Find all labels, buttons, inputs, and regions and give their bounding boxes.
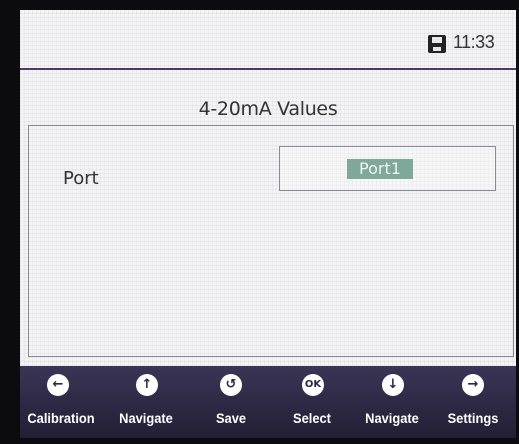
calibration-softkey[interactable]: ← Calibration [20, 366, 102, 438]
save-status-icon [428, 35, 446, 53]
settings-label: Settings [447, 410, 499, 426]
port-select[interactable]: Port1 [279, 146, 496, 191]
settings-softkey[interactable]: → Settings [432, 366, 514, 438]
port-select-value: Port1 [347, 159, 413, 179]
clock: 11:33 [453, 32, 495, 52]
arrow-up-icon: ↑ [136, 374, 158, 396]
device-screen: 11:33 4-20mA Values Port Port1 ← Calibra… [20, 10, 516, 438]
navigate-down-softkey[interactable]: ↓ Navigate [350, 366, 434, 438]
select-softkey[interactable]: OK Select [272, 366, 352, 438]
save-softkey[interactable]: ↺ Save [190, 366, 272, 438]
port-label: Port [63, 168, 99, 189]
calibration-label: Calibration [27, 410, 95, 426]
ok-icon: OK [302, 374, 324, 396]
navigate-up-label: Navigate [119, 410, 173, 426]
save-label: Save [215, 410, 247, 426]
arrow-left-icon: ← [47, 374, 69, 396]
page-title: 4-20mA Values [198, 98, 338, 120]
select-label: Select [293, 410, 331, 426]
arrow-right-icon: → [462, 374, 484, 396]
status-bar: 11:33 [20, 10, 516, 70]
navigate-down-label: Navigate [365, 410, 419, 426]
rotate-icon: ↺ [220, 374, 242, 396]
softkey-bar: ← Calibration ↑ Navigate ↺ Save OK Selec… [20, 366, 516, 438]
navigate-up-softkey[interactable]: ↑ Navigate [102, 366, 190, 438]
arrow-down-icon: ↓ [382, 374, 404, 396]
